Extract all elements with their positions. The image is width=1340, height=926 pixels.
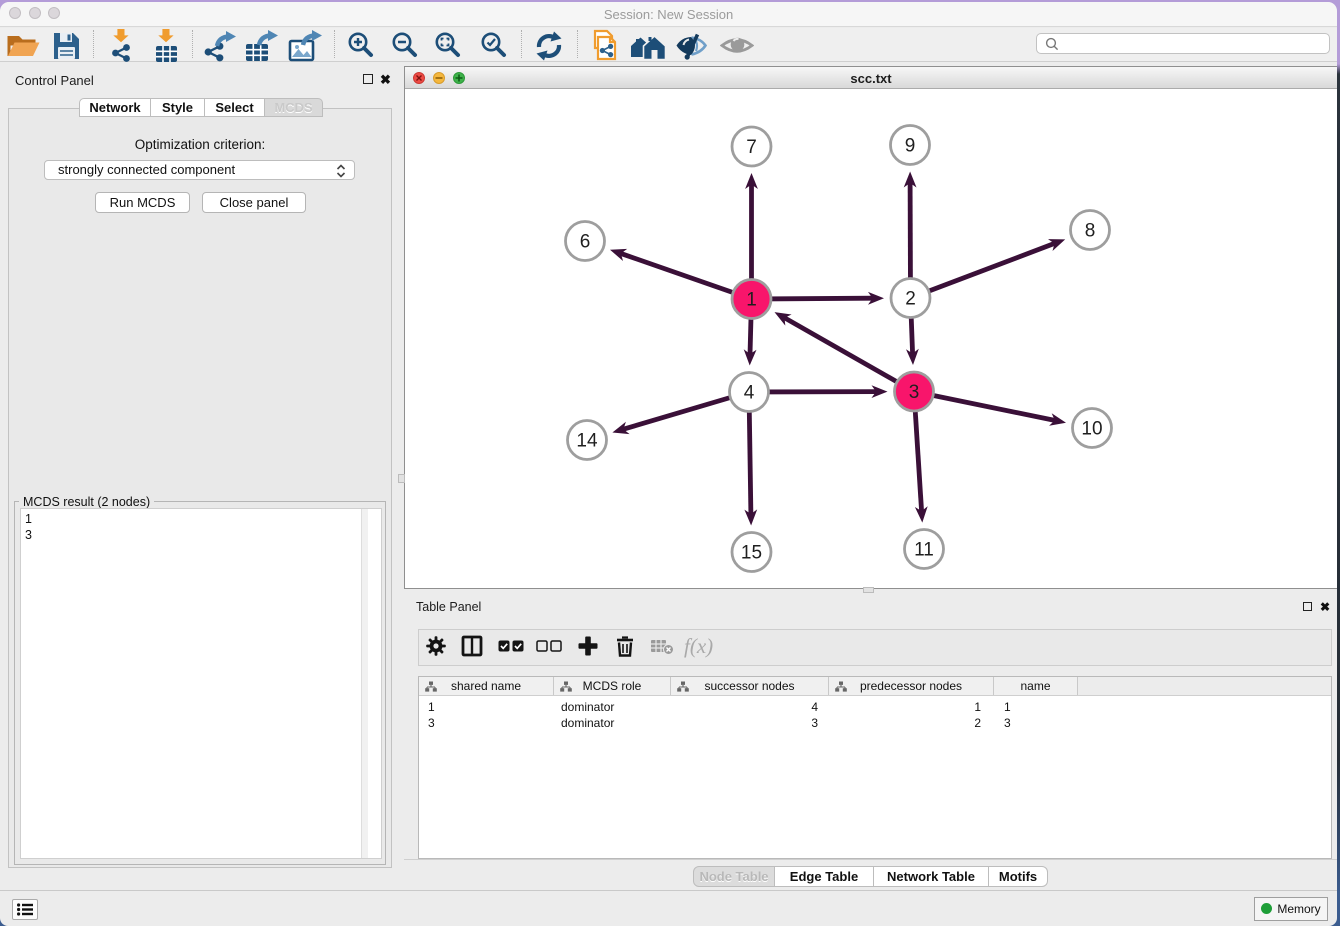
svg-text:11: 11 — [914, 540, 934, 561]
svg-text:2: 2 — [905, 289, 916, 310]
svg-text:15: 15 — [741, 543, 762, 564]
svg-text:8: 8 — [1085, 221, 1096, 242]
svg-text:3: 3 — [909, 382, 920, 403]
svg-text:14: 14 — [576, 431, 598, 452]
svg-text:4: 4 — [744, 383, 755, 404]
svg-text:1: 1 — [746, 290, 757, 311]
svg-text:6: 6 — [580, 232, 591, 253]
svg-text:9: 9 — [905, 136, 916, 157]
svg-text:7: 7 — [746, 137, 757, 158]
svg-text:10: 10 — [1081, 419, 1102, 440]
